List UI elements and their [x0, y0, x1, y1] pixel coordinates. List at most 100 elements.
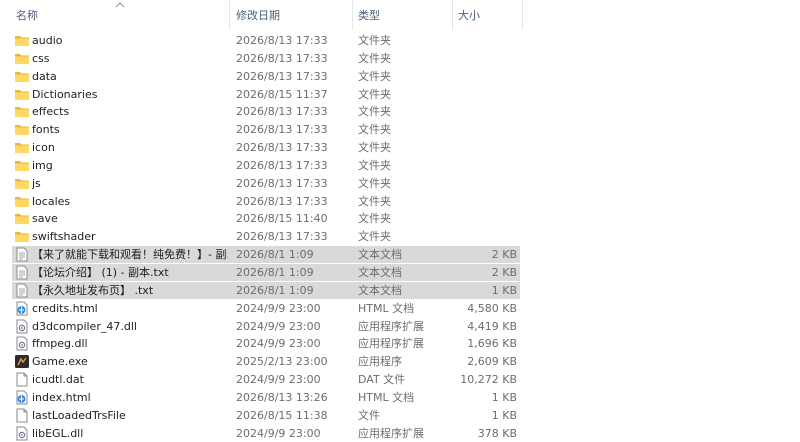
file-size [440, 68, 517, 85]
file-row[interactable]: credits.html 2024/9/9 23:00 HTML 文档 4,580 K… [0, 300, 800, 318]
file-row[interactable]: ffmpeg.dll 2024/9/9 23:00 应用程序扩展 1,696 KB [0, 335, 800, 353]
file-name: swiftshader [32, 230, 96, 244]
file-row[interactable]: fonts 2026/8/13 17:33 文件夹 [0, 121, 800, 139]
file-name: d3dcompiler_47.dll [32, 319, 137, 333]
file-name: 【永久地址发布页】 .txt [32, 283, 154, 297]
file-row[interactable]: libEGL.dll 2024/9/9 23:00 应用程序扩展 378 KB [0, 425, 800, 442]
file-name: index.html [32, 390, 91, 404]
file-modified-date: 2026/8/13 17:33 [236, 230, 328, 244]
file-modified-date: 2026/8/13 17:33 [236, 105, 328, 119]
sort-ascending-icon [115, 2, 125, 8]
file-size [440, 228, 517, 245]
text-file-icon [14, 282, 30, 299]
file-size [440, 175, 517, 192]
file-modified-date: 2024/9/9 23:00 [236, 319, 321, 333]
file-modified-date: 2026/8/1 1:09 [236, 248, 314, 262]
file-list: audio 2026/8/13 17:33 文件夹 css 2026/8/13 17:3… [0, 32, 800, 442]
html-file-icon [14, 389, 30, 406]
file-row[interactable]: lastLoadedTrsFile 2026/8/15 11:38 文件 1 KB [0, 407, 800, 425]
file-modified-date: 2026/8/13 17:33 [236, 141, 328, 155]
file-row[interactable]: js 2026/8/13 17:33 文件夹 [0, 175, 800, 193]
file-name: credits.html [32, 301, 98, 315]
file-name: Game.exe [32, 355, 88, 369]
file-row[interactable]: 【永久地址发布页】 .txt 2026/8/1 1:09 文本文档 1 KB [0, 281, 800, 300]
file-row[interactable]: icudtl.dat 2024/9/9 23:00 DAT 文件 10,272 KB [0, 371, 800, 389]
file-size: 4,580 KB [467, 301, 517, 315]
file-row[interactable]: swiftshader 2026/8/13 17:33 文件夹 [0, 228, 800, 246]
file-row[interactable]: effects 2026/8/13 17:33 文件夹 [0, 103, 800, 121]
column-header-name[interactable]: 名称 [16, 8, 38, 24]
file-modified-date: 2026/8/13 17:33 [236, 176, 328, 190]
file-row[interactable]: img 2026/8/13 17:33 文件夹 [0, 157, 800, 175]
file-modified-date: 2026/8/1 1:09 [236, 283, 314, 297]
file-size [440, 121, 517, 138]
file-size [440, 139, 517, 156]
file-name: ffmpeg.dll [32, 337, 88, 351]
blank-file-icon [14, 371, 30, 388]
file-size: 2 KB [491, 265, 517, 279]
folder-icon [14, 193, 30, 210]
file-size: 2 KB [491, 248, 517, 262]
column-header-bar: 名称 修改日期 类型 大小 [0, 0, 800, 30]
column-divider[interactable] [229, 0, 230, 30]
column-divider[interactable] [352, 0, 353, 30]
file-name: icudtl.dat [32, 373, 84, 387]
file-row[interactable]: audio 2026/8/13 17:33 文件夹 [0, 32, 800, 50]
file-size [440, 193, 517, 210]
file-modified-date: 2026/8/13 17:33 [236, 51, 328, 65]
file-size [440, 103, 517, 120]
file-modified-date: 2026/8/15 11:40 [236, 212, 328, 226]
file-name: css [32, 51, 50, 65]
file-row[interactable]: locales 2026/8/13 17:33 文件夹 [0, 193, 800, 211]
file-size: 378 KB [477, 426, 517, 440]
column-header-date[interactable]: 修改日期 [236, 8, 280, 24]
file-name: Dictionaries [32, 87, 98, 101]
file-row[interactable]: 【论坛介绍】 (1) - 副本.txt 2026/8/1 1:09 文本文档 2 KB [0, 263, 800, 282]
file-size: 1 KB [491, 390, 517, 404]
file-row[interactable]: data 2026/8/13 17:33 文件夹 [0, 68, 800, 86]
blank-file-icon [14, 407, 30, 424]
file-modified-date: 2026/8/13 13:26 [236, 390, 328, 404]
column-header-type[interactable]: 类型 [358, 8, 380, 24]
file-row[interactable]: css 2026/8/13 17:33 文件夹 [0, 50, 800, 68]
file-row[interactable]: 【来了就能下载和观看！纯免费！】- 副... 2026/8/1 1:09 文本文档 2… [0, 246, 800, 264]
file-name: icon [32, 141, 55, 155]
file-row[interactable]: Game.exe 2025/2/13 23:00 应用程序 2,609 KB [0, 353, 800, 371]
file-name: fonts [32, 123, 60, 137]
file-size [440, 210, 517, 227]
file-name: js [32, 176, 41, 190]
dll-file-icon [14, 318, 30, 335]
file-modified-date: 2026/8/13 17:33 [236, 34, 328, 47]
game-exe-icon [14, 353, 30, 370]
file-size: 1 KB [491, 283, 517, 297]
file-name: 【论坛介绍】 (1) - 副本.txt [32, 265, 169, 279]
column-divider[interactable] [522, 0, 523, 30]
column-header-size[interactable]: 大小 [458, 8, 480, 24]
file-modified-date: 2024/9/9 23:00 [236, 337, 321, 351]
file-row[interactable]: icon 2026/8/13 17:33 文件夹 [0, 139, 800, 157]
file-row[interactable]: index.html 2026/8/13 13:26 HTML 文档 1 KB [0, 389, 800, 407]
file-size: 10,272 KB [460, 373, 517, 387]
dll-file-icon [14, 425, 30, 442]
file-size: 1 KB [491, 408, 517, 422]
file-name: locales [32, 194, 71, 208]
folder-icon [14, 175, 30, 192]
file-row[interactable]: save 2026/8/15 11:40 文件夹 [0, 210, 800, 228]
column-divider[interactable] [452, 0, 453, 30]
file-name: 【来了就能下载和观看！纯免费！】- 副... [32, 248, 228, 262]
file-name: lastLoadedTrsFile [32, 408, 126, 422]
file-row[interactable]: Dictionaries 2026/8/15 11:37 文件夹 [0, 86, 800, 104]
file-name: data [32, 69, 57, 83]
file-row[interactable]: d3dcompiler_47.dll 2024/9/9 23:00 应用程序扩展 4,… [0, 318, 800, 336]
folder-icon [14, 32, 30, 49]
dll-file-icon [14, 335, 30, 352]
folder-icon [14, 157, 30, 174]
file-name: libEGL.dll [32, 426, 84, 440]
file-name: img [32, 158, 53, 172]
file-size: 2,609 KB [467, 355, 517, 369]
folder-icon [14, 86, 30, 103]
file-modified-date: 2026/8/13 17:33 [236, 158, 328, 172]
file-size [440, 157, 517, 174]
file-modified-date: 2026/8/15 11:37 [236, 87, 328, 101]
folder-icon [14, 228, 30, 245]
